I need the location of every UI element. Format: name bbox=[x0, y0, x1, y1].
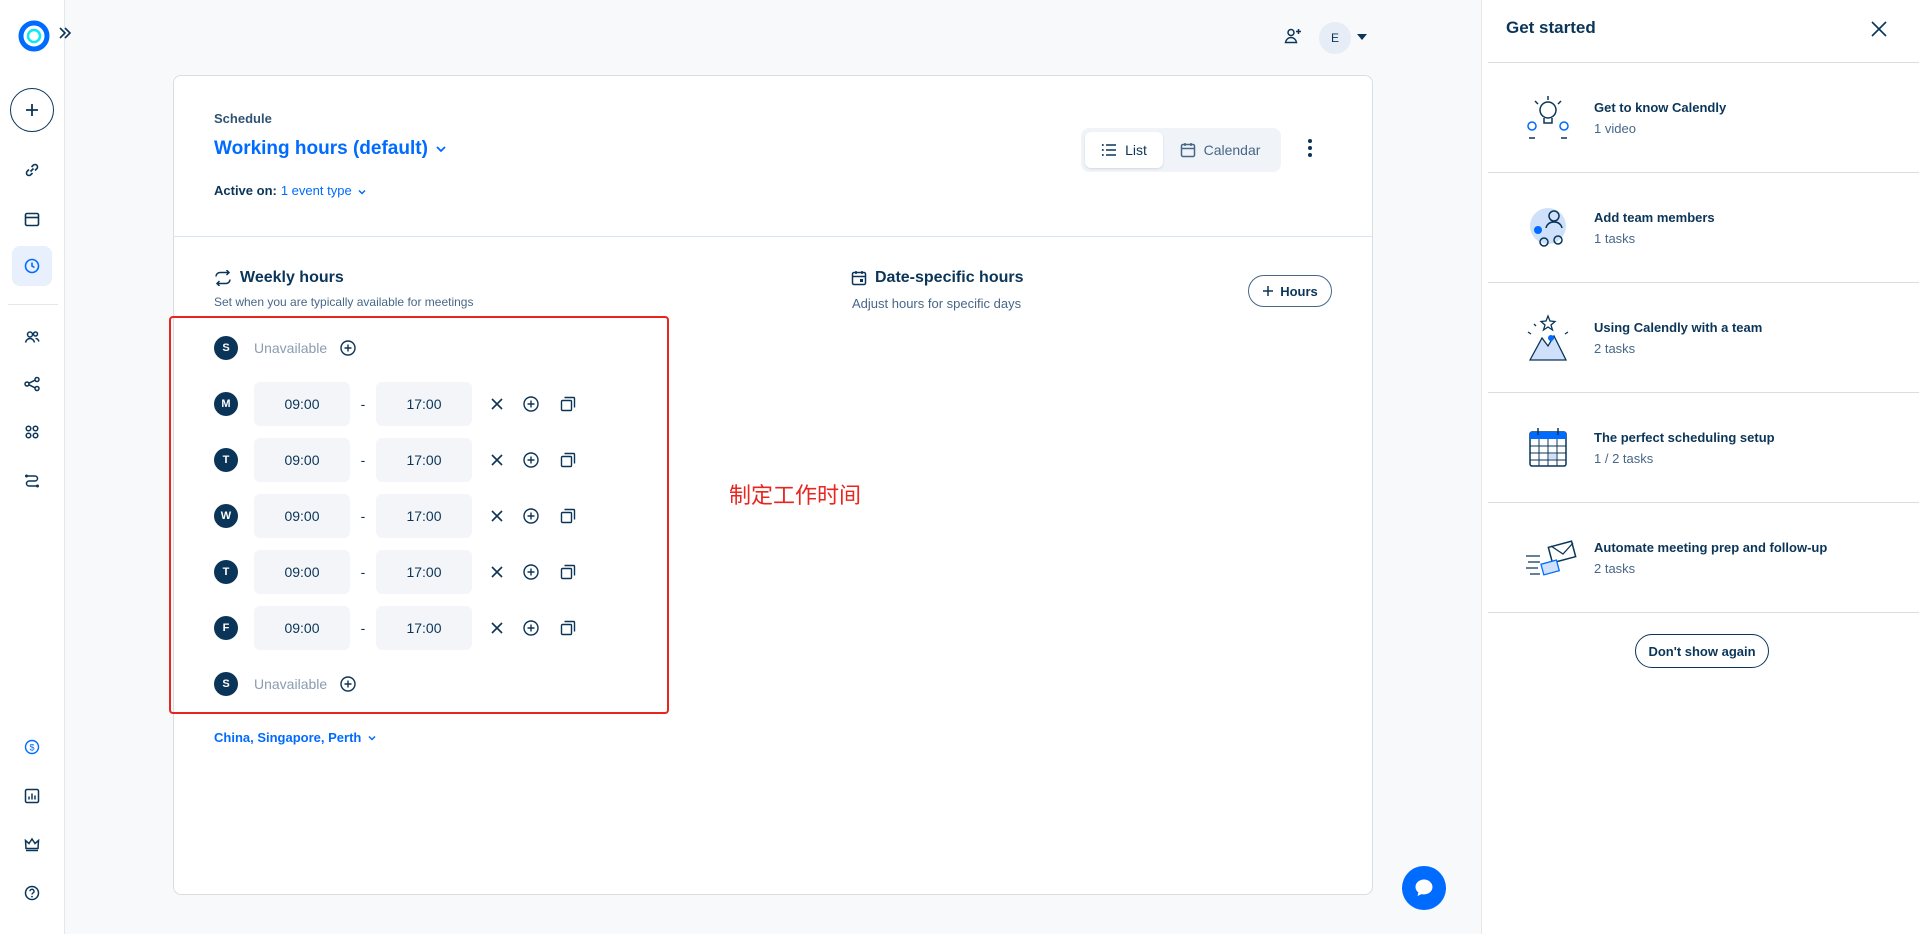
panel-divider bbox=[1488, 612, 1919, 613]
get-started-panel: Get started Get to know Calendly 1 video … bbox=[1481, 0, 1919, 934]
date-specific-heading: Date-specific hours bbox=[851, 269, 1023, 287]
integrations-apps-icon[interactable] bbox=[12, 412, 52, 452]
availability-clock-icon[interactable] bbox=[12, 246, 52, 286]
left-sidebar: $ bbox=[0, 0, 72, 934]
schedule-label: Schedule bbox=[214, 111, 272, 126]
guide-item[interactable]: Using Calendly with a team 2 tasks bbox=[1488, 283, 1919, 393]
guide-item[interactable]: Automate meeting prep and follow-up 2 tas… bbox=[1488, 503, 1919, 613]
user-avatar[interactable]: E bbox=[1319, 22, 1351, 54]
envelope-icon bbox=[1524, 532, 1577, 584]
weekly-hours-heading: Weekly hours bbox=[214, 269, 344, 287]
hiker-icon bbox=[1524, 312, 1572, 364]
team-icon bbox=[1524, 202, 1572, 254]
list-view-button[interactable]: List bbox=[1085, 132, 1163, 168]
calendar-view-label: Calendar bbox=[1203, 142, 1261, 158]
calendar-icon bbox=[1180, 142, 1196, 158]
rail-divider bbox=[8, 304, 58, 305]
svg-text:$: $ bbox=[29, 742, 34, 752]
calendar-view-button[interactable]: Calendar bbox=[1163, 132, 1277, 168]
guide-subtitle: 1 video bbox=[1594, 121, 1636, 136]
guide-title: Add team members bbox=[1594, 210, 1715, 225]
active-on-label: Active on: bbox=[214, 183, 277, 198]
weekly-hours-subtitle: Set when you are typically available for… bbox=[214, 295, 474, 309]
schedule-title: Working hours (default) bbox=[214, 138, 428, 159]
active-on-row: Active on: 1 event type bbox=[214, 183, 367, 198]
guide-subtitle: 2 tasks bbox=[1594, 561, 1636, 576]
guide-subtitle: 2 tasks bbox=[1594, 341, 1636, 356]
guide-title: Automate meeting prep and follow-up bbox=[1594, 540, 1828, 555]
scheduling-link-icon[interactable] bbox=[12, 150, 52, 190]
create-button[interactable] bbox=[10, 88, 54, 132]
invite-user-icon[interactable] bbox=[1283, 26, 1303, 46]
list-view-label: List bbox=[1125, 142, 1147, 158]
annotation-text: 制定工作时间 bbox=[729, 483, 862, 508]
analytics-chart-icon[interactable] bbox=[12, 776, 52, 816]
meetings-calendar-icon[interactable] bbox=[12, 199, 52, 239]
upgrade-dollar-icon[interactable]: $ bbox=[12, 727, 52, 767]
guide-item[interactable]: Add team members 1 tasks bbox=[1488, 173, 1919, 283]
repeat-icon bbox=[214, 270, 232, 286]
chevron-down-icon bbox=[367, 733, 377, 743]
guide-title: Using Calendly with a team bbox=[1594, 320, 1763, 335]
guide-item[interactable]: The perfect scheduling setup 1 / 2 tasks bbox=[1488, 393, 1919, 503]
account-menu-caret-icon[interactable] bbox=[1357, 34, 1367, 40]
routing-icon[interactable] bbox=[12, 460, 52, 500]
contacts-icon[interactable] bbox=[12, 317, 52, 357]
list-icon bbox=[1101, 143, 1117, 157]
lightbulb-icon bbox=[1524, 92, 1572, 144]
timezone-label: China, Singapore, Perth bbox=[214, 730, 362, 745]
calendar-grid-icon bbox=[1524, 422, 1572, 474]
close-icon[interactable] bbox=[1870, 20, 1888, 38]
guide-subtitle: 1 / 2 tasks bbox=[1594, 451, 1654, 466]
calendar-day-icon bbox=[851, 270, 867, 286]
header-divider bbox=[174, 236, 1372, 237]
schedule-selector[interactable]: Working hours (default) bbox=[214, 138, 448, 160]
plus-icon bbox=[1262, 285, 1274, 297]
chat-icon bbox=[1415, 879, 1433, 896]
chevron-down-icon bbox=[357, 187, 367, 197]
get-started-title: Get started bbox=[1506, 18, 1596, 37]
chevron-down-icon bbox=[434, 142, 448, 156]
view-toggle: List Calendar bbox=[1081, 128, 1281, 172]
guide-subtitle: 1 tasks bbox=[1594, 231, 1636, 246]
admin-crown-icon[interactable] bbox=[12, 824, 52, 864]
avatar-initial: E bbox=[1330, 31, 1339, 45]
active-on-link[interactable]: 1 event type bbox=[281, 183, 352, 198]
add-date-hours-button[interactable]: Hours bbox=[1248, 275, 1332, 307]
help-question-icon[interactable] bbox=[12, 873, 52, 913]
chat-support-button[interactable] bbox=[1402, 866, 1446, 910]
calendly-logo-icon[interactable] bbox=[18, 20, 50, 52]
add-date-hours-label: Hours bbox=[1280, 283, 1318, 299]
guide-title: Get to know Calendly bbox=[1594, 100, 1727, 115]
more-options-icon[interactable] bbox=[1307, 138, 1313, 158]
expand-sidebar-icon[interactable] bbox=[58, 26, 72, 40]
annotation-highlight-box bbox=[169, 316, 669, 714]
dont-show-again-button[interactable]: Don't show again bbox=[1635, 634, 1769, 668]
date-specific-title: Date-specific hours bbox=[875, 269, 1024, 286]
guide-item[interactable]: Get to know Calendly 1 video bbox=[1488, 63, 1919, 173]
workflows-icon[interactable] bbox=[12, 364, 52, 404]
weekly-hours-title: Weekly hours bbox=[240, 269, 344, 286]
date-specific-subtitle: Adjust hours for specific days bbox=[852, 296, 1022, 311]
timezone-selector[interactable]: China, Singapore, Perth bbox=[214, 730, 377, 745]
guide-title: The perfect scheduling setup bbox=[1594, 430, 1775, 445]
